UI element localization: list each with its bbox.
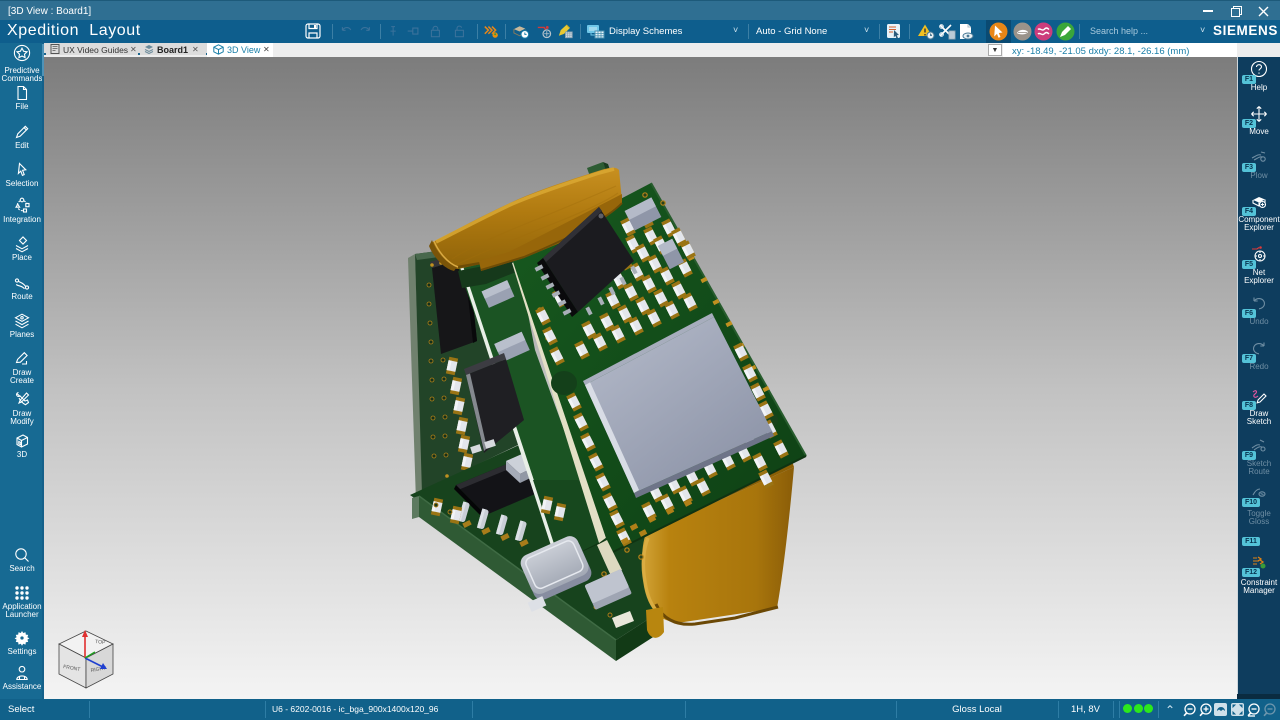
svg-text:TOP: TOP <box>95 639 106 646</box>
